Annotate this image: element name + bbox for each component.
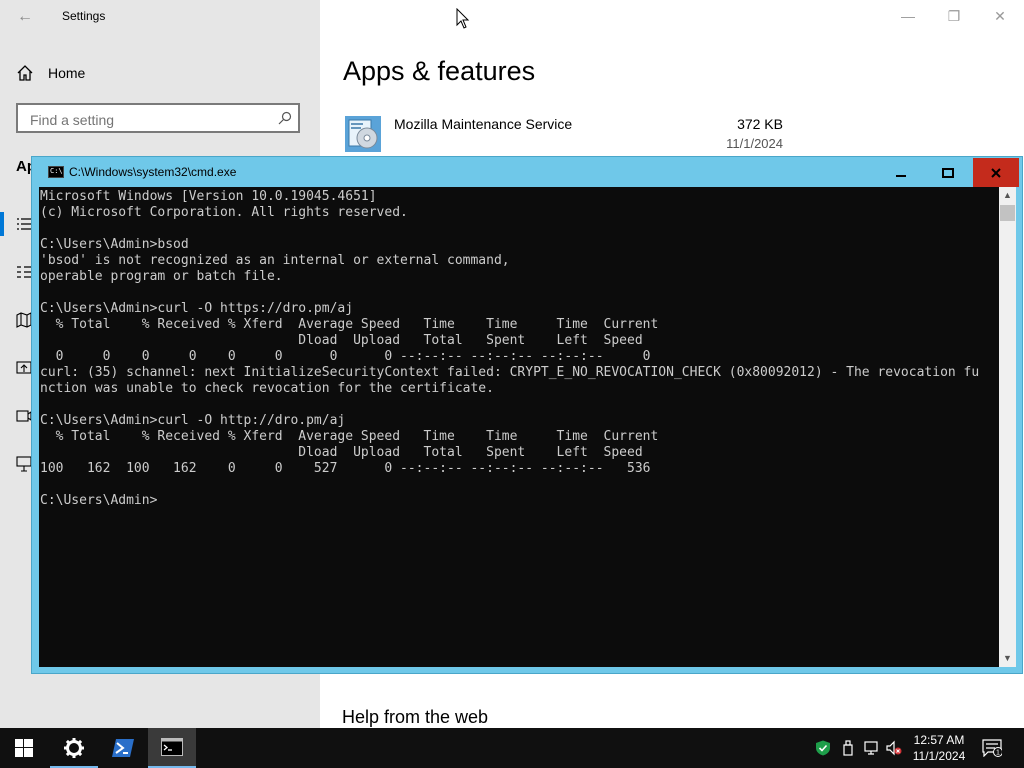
installer-icon bbox=[345, 116, 381, 152]
search-box[interactable] bbox=[16, 103, 300, 133]
windows-logo-icon bbox=[15, 739, 33, 757]
notification-count: 1 bbox=[996, 750, 1000, 757]
sidebar-selection-indicator bbox=[0, 212, 4, 236]
usb-device-icon[interactable] bbox=[840, 740, 856, 756]
notification-center-icon[interactable]: 1 bbox=[982, 739, 1002, 757]
cmd-titlebar[interactable]: C:\ C:\Windows\system32\cmd.exe bbox=[32, 157, 1022, 187]
offline-maps-icon[interactable] bbox=[16, 312, 32, 328]
back-arrow-icon[interactable]: ← bbox=[14, 6, 36, 28]
settings-minimize-button[interactable]: — bbox=[898, 8, 918, 24]
app-size: 372 KB bbox=[737, 116, 783, 132]
network-icon[interactable] bbox=[864, 740, 880, 756]
cmd-minimize-button[interactable] bbox=[878, 158, 924, 187]
taskbar-powershell-app[interactable] bbox=[99, 728, 147, 768]
taskbar-settings-app[interactable] bbox=[50, 728, 98, 768]
cmd-maximize-button[interactable] bbox=[925, 158, 971, 187]
cmd-window: C:\ C:\Windows\system32\cmd.exe Microsof… bbox=[31, 156, 1023, 674]
cmd-app-icon: C:\ bbox=[48, 166, 64, 178]
minimize-icon bbox=[896, 174, 906, 177]
video-playback-icon[interactable] bbox=[16, 408, 32, 424]
mouse-cursor-icon bbox=[456, 8, 470, 29]
app-name: Mozilla Maintenance Service bbox=[394, 116, 573, 132]
cmd-window-title: C:\Windows\system32\cmd.exe bbox=[69, 165, 237, 179]
cmd-output: Microsoft Windows [Version 10.0.19045.46… bbox=[40, 189, 980, 508]
maximize-icon bbox=[942, 167, 954, 178]
apps-list-icon[interactable] bbox=[16, 216, 32, 232]
scroll-up-icon[interactable]: ▲ bbox=[999, 187, 1016, 204]
app-list-item[interactable]: Mozilla Maintenance Service 372 KB 11/1/… bbox=[343, 112, 783, 156]
cmd-close-button[interactable] bbox=[973, 158, 1019, 187]
close-icon bbox=[991, 168, 1001, 178]
powershell-icon bbox=[112, 739, 134, 757]
page-title: Apps & features bbox=[343, 56, 536, 86]
taskbar-cmd-app[interactable] bbox=[148, 728, 196, 768]
startup-icon[interactable] bbox=[16, 456, 32, 472]
settings-close-button[interactable]: ✕ bbox=[990, 8, 1010, 24]
sidebar-home-label: Home bbox=[48, 65, 86, 81]
settings-window-title: Settings bbox=[62, 9, 106, 23]
gear-icon bbox=[64, 738, 84, 758]
start-button[interactable] bbox=[0, 728, 48, 768]
search-input[interactable] bbox=[28, 111, 272, 129]
scroll-thumb[interactable] bbox=[1000, 205, 1015, 221]
clock-date[interactable]: 11/1/2024 bbox=[900, 749, 978, 763]
help-from-web-heading: Help from the web bbox=[342, 707, 489, 727]
home-icon bbox=[17, 65, 33, 81]
windows-security-icon[interactable] bbox=[815, 740, 831, 756]
cmd-icon bbox=[161, 738, 183, 756]
cmd-scrollbar[interactable]: ▲ ▼ bbox=[999, 187, 1016, 667]
apps-for-websites-icon[interactable] bbox=[16, 360, 32, 376]
settings-restore-button[interactable]: ❐ bbox=[944, 8, 964, 24]
scroll-down-icon[interactable]: ▼ bbox=[999, 650, 1016, 667]
app-install-date: 11/1/2024 bbox=[726, 136, 783, 151]
taskbar: 12:57 AM 11/1/2024 1 bbox=[0, 728, 1024, 768]
search-icon[interactable] bbox=[278, 111, 292, 125]
sidebar-item-home[interactable]: Home bbox=[16, 62, 85, 84]
clock-time[interactable]: 12:57 AM bbox=[900, 733, 978, 747]
cmd-console[interactable]: Microsoft Windows [Version 10.0.19045.46… bbox=[39, 187, 999, 667]
default-apps-icon[interactable] bbox=[16, 264, 32, 280]
